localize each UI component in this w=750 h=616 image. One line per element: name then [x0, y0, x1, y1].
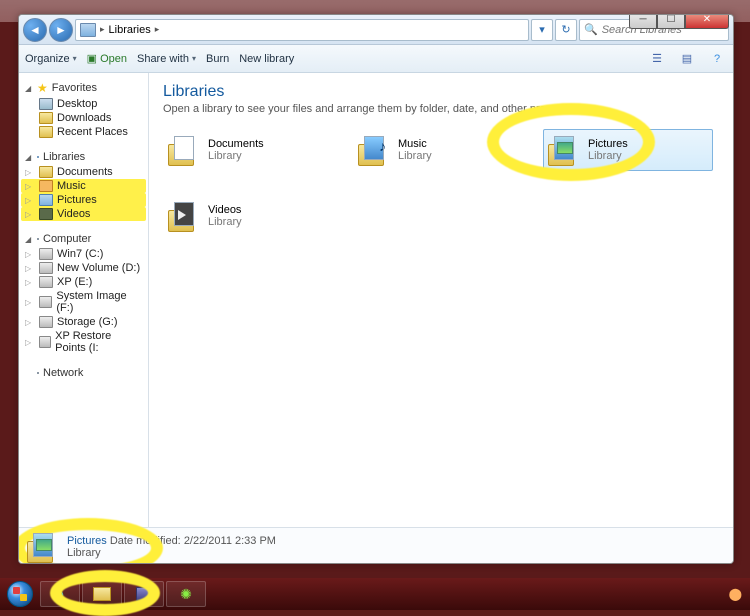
taskbar-ie-button[interactable]: e [40, 581, 80, 607]
library-item-pictures[interactable]: PicturesLibrary [543, 129, 713, 171]
drive-icon [39, 262, 53, 274]
desktop-icon [39, 98, 53, 110]
music-icon [39, 180, 53, 192]
taskbar-app2-button[interactable]: ✺ [166, 581, 206, 607]
close-button[interactable]: ✕ [685, 14, 729, 29]
nav-drive-g[interactable]: ▷Storage (G:) [21, 315, 146, 329]
pictures-icon [548, 134, 580, 166]
drive-icon [39, 316, 53, 328]
taskbar-explorer-button[interactable] [82, 581, 122, 607]
library-list: DocumentsLibrary MusicLibrary PicturesLi… [163, 129, 719, 237]
drive-icon [39, 248, 53, 260]
details-modified-label: Date modified: [110, 535, 181, 547]
nav-documents[interactable]: ▷Documents [21, 165, 146, 179]
tray-icon[interactable]: ⬤ [729, 587, 748, 601]
documents-icon [39, 166, 53, 178]
drive-icon [39, 296, 52, 308]
refresh-button[interactable]: ↻ [555, 19, 577, 41]
search-icon: 🔍 [584, 23, 598, 36]
videos-icon [39, 208, 53, 220]
back-button[interactable]: ◄ [23, 18, 47, 42]
preview-pane-button[interactable]: ▤ [677, 50, 697, 68]
library-item-videos[interactable]: VideosLibrary [163, 195, 333, 237]
nav-music[interactable]: ▷Music [21, 179, 146, 193]
drive-icon [39, 276, 53, 288]
folder-icon [39, 112, 53, 124]
share-menu[interactable]: Share with [137, 53, 196, 65]
forward-button[interactable]: ► [49, 18, 73, 42]
details-type: Library [67, 547, 276, 559]
documents-icon [168, 134, 200, 166]
breadcrumb[interactable]: ▸ Libraries ▸ [75, 19, 529, 41]
network-header[interactable]: ▷Network [21, 365, 146, 381]
explorer-window: ─ ☐ ✕ ◄ ► ▸ Libraries ▸ ▾ ↻ 🔍 Organize ▣… [18, 14, 734, 564]
network-icon [37, 372, 39, 374]
libraries-icon [37, 156, 39, 158]
page-subtitle: Open a library to see your files and arr… [163, 103, 719, 115]
libraries-header[interactable]: ◢Libraries [21, 149, 146, 165]
computer-header[interactable]: ◢Computer [21, 231, 146, 247]
nav-pictures[interactable]: ▷Pictures [21, 193, 146, 207]
library-item-music[interactable]: MusicLibrary [353, 129, 523, 171]
command-bar: Organize ▣ Open Share with Burn New libr… [19, 45, 733, 73]
nav-drive-e[interactable]: ▷XP (E:) [21, 275, 146, 289]
pictures-icon [27, 531, 59, 563]
address-bar: ◄ ► ▸ Libraries ▸ ▾ ↻ 🔍 [19, 15, 733, 45]
nav-drive-c[interactable]: ▷Win7 (C:) [21, 247, 146, 261]
page-title: Libraries [163, 83, 719, 101]
details-name: Pictures [67, 535, 107, 547]
folder-icon [39, 126, 53, 138]
content-pane: Libraries Open a library to see your fil… [149, 73, 733, 527]
breadcrumb-sep: ▸ [100, 24, 105, 35]
nav-drive-d[interactable]: ▷New Volume (D:) [21, 261, 146, 275]
videos-icon [168, 200, 200, 232]
burn-button[interactable]: Burn [206, 53, 229, 65]
view-options-button[interactable]: ☰ [647, 50, 667, 68]
help-button[interactable]: ? [707, 50, 727, 68]
nav-recent-places[interactable]: Recent Places [21, 125, 146, 139]
drive-icon [39, 336, 51, 348]
nav-downloads[interactable]: Downloads [21, 111, 146, 125]
taskbar-app-button[interactable] [124, 581, 164, 607]
maximize-button[interactable]: ☐ [657, 14, 685, 29]
breadcrumb-sep: ▸ [155, 24, 160, 35]
nav-drive-i[interactable]: ▷XP Restore Points (I: [21, 329, 146, 355]
favorites-header[interactable]: ◢★Favorites [21, 79, 146, 97]
refresh-button[interactable]: ▾ [531, 19, 553, 41]
windows-orb-icon [7, 581, 33, 607]
libraries-icon [80, 23, 96, 37]
open-icon: ▣ [87, 52, 97, 65]
details-pane: Pictures Date modified: 2/22/2011 2:33 P… [19, 527, 733, 564]
navigation-pane: ◢★Favorites Desktop Downloads Recent Pla… [19, 73, 149, 527]
start-button[interactable] [2, 579, 38, 609]
nav-drive-f[interactable]: ▷System Image (F:) [21, 289, 146, 315]
organize-menu[interactable]: Organize [25, 53, 77, 65]
window-controls: ─ ☐ ✕ [629, 14, 729, 29]
pictures-icon [39, 194, 53, 206]
nav-videos[interactable]: ▷Videos [21, 207, 146, 221]
minimize-button[interactable]: ─ [629, 14, 657, 29]
star-icon: ★ [37, 81, 48, 95]
nav-desktop[interactable]: Desktop [21, 97, 146, 111]
computer-icon [37, 238, 39, 240]
music-icon [358, 134, 390, 166]
breadcrumb-root[interactable]: Libraries [109, 24, 151, 36]
details-modified-value: 2/22/2011 2:33 PM [184, 535, 276, 547]
library-item-documents[interactable]: DocumentsLibrary [163, 129, 333, 171]
taskbar: e ✺ ⬤ [0, 578, 750, 610]
new-library-button[interactable]: New library [239, 53, 294, 65]
open-button[interactable]: ▣ Open [87, 52, 127, 65]
